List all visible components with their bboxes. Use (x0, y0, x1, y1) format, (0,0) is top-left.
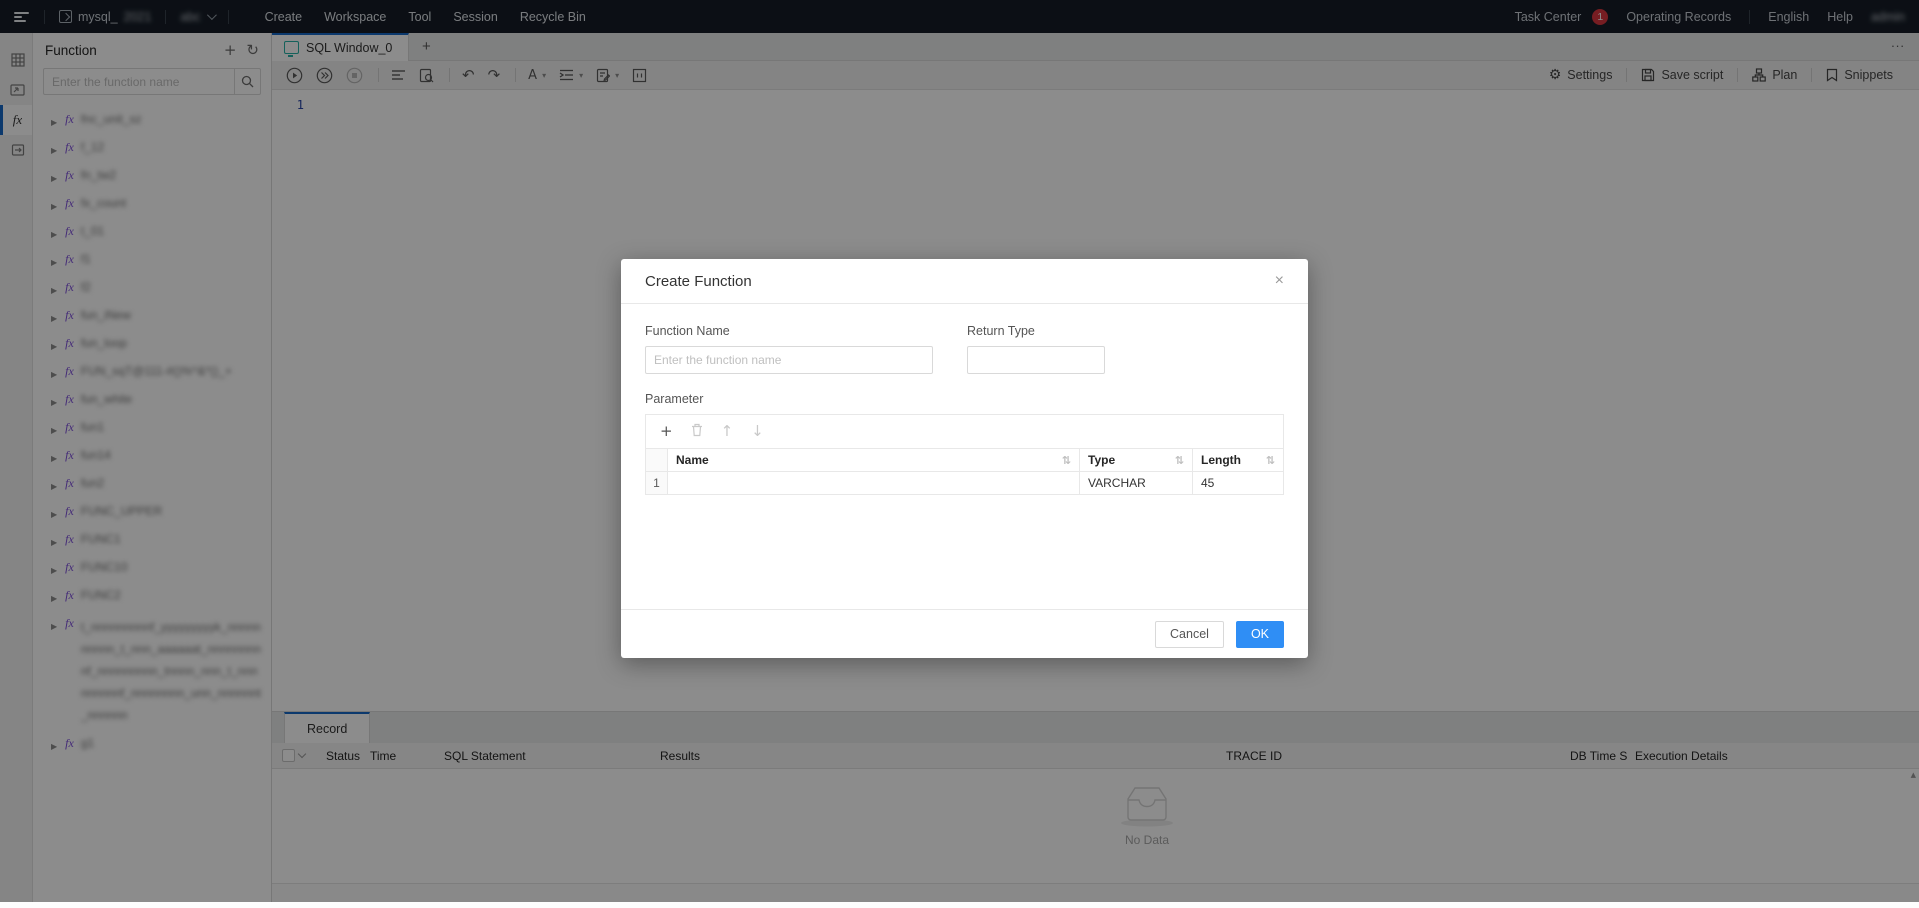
param-name-cell[interactable] (668, 472, 1080, 494)
param-length-header[interactable]: Length⇅ (1193, 449, 1283, 471)
return-type-label: Return Type (967, 324, 1105, 338)
param-length-cell[interactable]: 45 (1193, 472, 1283, 494)
dialog-title: Create Function (645, 273, 752, 290)
parameter-toolbar: + ↑ ↓ (645, 414, 1284, 449)
move-down-button: ↓ (751, 424, 764, 439)
trash-icon (691, 423, 703, 437)
sort-icon[interactable]: ⇅ (1175, 454, 1184, 467)
create-function-dialog: Create Function × Function Name Return T… (621, 259, 1308, 658)
page-bottom-strip (0, 902, 1919, 908)
parameter-label: Parameter (645, 392, 1284, 406)
move-up-button: ↑ (721, 424, 734, 439)
add-parameter-button[interactable]: + (660, 424, 673, 439)
param-type-cell[interactable]: VARCHAR (1080, 472, 1193, 494)
delete-parameter-button (691, 423, 703, 440)
return-type-input[interactable] (967, 346, 1105, 374)
parameter-table-header: Name⇅ Type⇅ Length⇅ (646, 449, 1283, 472)
param-name-header[interactable]: Name⇅ (668, 449, 1080, 471)
sort-icon[interactable]: ⇅ (1062, 454, 1071, 467)
param-type-header[interactable]: Type⇅ (1080, 449, 1193, 471)
close-icon[interactable]: × (1275, 273, 1284, 289)
function-name-label: Function Name (645, 324, 933, 338)
sort-icon[interactable]: ⇅ (1266, 454, 1275, 467)
app-window: mysql_2021 abc Create Workspace Tool Ses… (0, 0, 1919, 902)
ok-button[interactable]: OK (1236, 621, 1284, 648)
function-name-input[interactable] (645, 346, 933, 374)
screen: mysql_2021 abc Create Workspace Tool Ses… (0, 0, 1919, 908)
parameter-row: 1 VARCHAR 45 (646, 472, 1283, 495)
parameter-table: Name⇅ Type⇅ Length⇅ 1 VARCHAR 45 (645, 449, 1284, 495)
row-index: 1 (646, 472, 668, 494)
cancel-button[interactable]: Cancel (1155, 621, 1224, 648)
index-header (646, 449, 668, 471)
